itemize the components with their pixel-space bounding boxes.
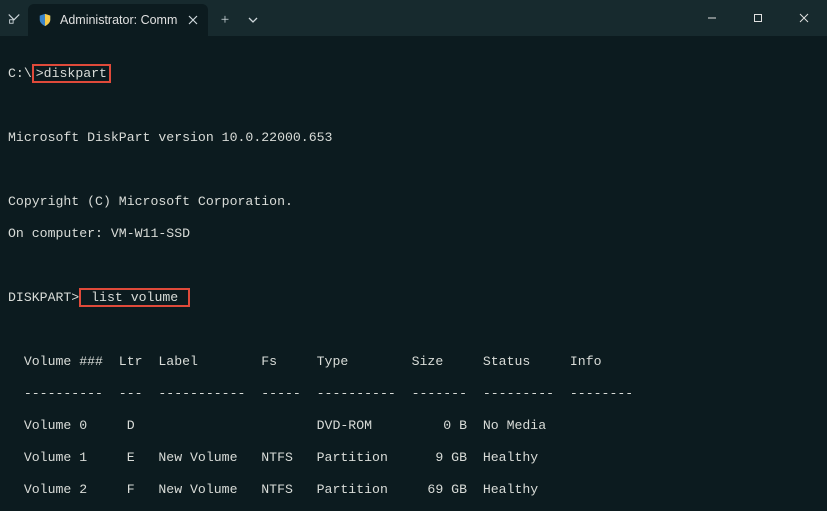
maximize-button[interactable] [735,0,781,36]
table-header: Volume ### Ltr Label Fs Type Size Status… [8,354,819,370]
command-list-volume: list volume [79,288,190,307]
table-row: Volume 2 F New Volume NTFS Partition 69 … [8,482,819,498]
close-icon[interactable] [188,15,198,25]
shield-icon [38,13,52,27]
minimize-button[interactable] [689,0,735,36]
command-diskpart: >diskpart [32,64,111,83]
table-divider: ---------- --- ----------- ----- -------… [8,386,819,402]
tab-active[interactable]: Administrator: Command Pro [28,4,208,36]
app-menu-icon[interactable] [0,0,28,36]
table-row: Volume 1 E New Volume NTFS Partition 9 G… [8,450,819,466]
terminal-window: Administrator: Command Pro + C:\>diskpar… [0,0,827,511]
window-controls [689,0,827,36]
table-row: Volume 0 D DVD-ROM 0 B No Media [8,418,819,434]
new-tab-button[interactable]: + [208,4,242,36]
copyright-line: Copyright (C) Microsoft Corporation. [8,194,819,210]
titlebar: Administrator: Command Pro + [0,0,827,36]
tab-label: Administrator: Command Pro [60,13,178,27]
version-line: Microsoft DiskPart version 10.0.22000.65… [8,130,819,146]
titlebar-left: Administrator: Command Pro + [0,0,689,36]
terminal-output[interactable]: C:\>diskpart Microsoft DiskPart version … [0,36,827,511]
tab-dropdown-icon[interactable] [242,4,264,36]
computer-line: On computer: VM-W11-SSD [8,226,819,242]
prompt-c: C:\ [8,66,32,81]
close-button[interactable] [781,0,827,36]
prompt-diskpart: DISKPART> [8,290,79,305]
